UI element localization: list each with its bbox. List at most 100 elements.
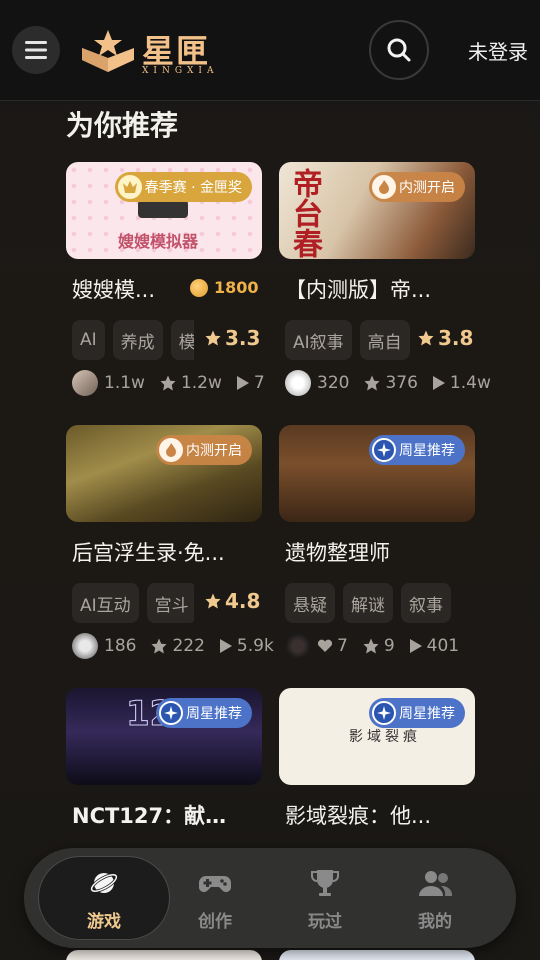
nav-label: 游戏 [87, 911, 121, 932]
next-card-peek [66, 950, 262, 960]
nav-item-create[interactable]: 创作 [160, 858, 270, 938]
game-thumbnail: 帝台春 内测开启 [279, 162, 475, 259]
sparkle-icon [159, 701, 183, 725]
nav-label: 创作 [198, 911, 232, 932]
plays-count: 5.9k [236, 636, 274, 656]
favorites-stat: 376 [363, 373, 418, 393]
badge-label: 春季赛 · 金匣奖 [144, 180, 242, 196]
favorites-count: 1.2w [180, 373, 222, 393]
game-title: 后宫浮生录·免... [72, 541, 225, 565]
app-logo[interactable]: 星匣 XINGXIA [78, 24, 218, 80]
login-link[interactable]: 未登录 [468, 36, 528, 65]
tag[interactable]: 模 [170, 320, 194, 360]
stats-row: 1.1w 1.2w 7 [72, 370, 294, 396]
tag-list: AI互动 宫斗 [72, 583, 194, 623]
star-outline-icon [160, 375, 176, 391]
game-thumbnail: 影域裂痕 周星推荐 [279, 688, 475, 785]
star-icon [205, 330, 221, 346]
rating: 4.8 [204, 589, 260, 613]
stats-row: 320 376 1.4w [285, 370, 507, 396]
status-badge: 周星推荐 [369, 698, 465, 728]
play-icon [219, 639, 232, 653]
tag[interactable]: 叙事 [401, 583, 451, 623]
likes-stat: 186 [104, 636, 136, 656]
favorites-count: 222 [172, 636, 205, 656]
bottom-nav: 游戏 创作 玩过 我的 [24, 848, 516, 948]
star-icon [205, 593, 221, 609]
gamepad-icon [197, 865, 233, 901]
section-title: 为你推荐 [66, 109, 179, 142]
top-bar: 星匣 XINGXIA 未登录 [0, 0, 540, 101]
price: 1800 [190, 278, 259, 297]
plays-count: 401 [426, 636, 460, 656]
status-badge: 内测开启 [156, 435, 252, 465]
nav-item-played[interactable]: 玩过 [270, 858, 380, 938]
badge-label: 内测开启 [186, 443, 242, 459]
crown-icon [117, 175, 142, 199]
nav-item-profile[interactable]: 我的 [380, 858, 490, 938]
game-thumbnail: 127 周星推荐 [66, 688, 262, 785]
favorites-stat: 9 [362, 636, 395, 656]
tag-list: 悬疑 解谜 叙事 [285, 583, 475, 623]
tag[interactable]: AI叙事 [285, 320, 352, 360]
planet-icon [86, 865, 122, 901]
tag[interactable]: 悬疑 [285, 583, 335, 623]
likes-count: 7 [337, 636, 348, 656]
badge-label: 内测开启 [399, 180, 455, 196]
flame-icon [372, 175, 396, 199]
menu-button[interactable] [12, 26, 60, 74]
tag[interactable]: 高自 [359, 320, 410, 360]
stats-row: 7 9 401 [285, 633, 507, 659]
rating: 3.3 [204, 326, 260, 350]
star-icon [418, 330, 434, 346]
plays-stat: 401 [409, 636, 459, 656]
game-title: 【内测版】帝... [285, 278, 432, 302]
price-value: 1800 [214, 278, 259, 297]
hamburger-icon [25, 41, 47, 59]
tag[interactable]: AI互动 [72, 583, 139, 623]
likes-stat: 320 [317, 373, 349, 393]
game-thumbnail: 嫂嫂模拟器 春季赛 · 金匣奖 [66, 162, 262, 259]
likes-count: 320 [317, 373, 350, 393]
star-outline-icon [364, 375, 380, 391]
plays-stat: 5.9k [219, 636, 274, 656]
stats-row: 186 222 5.9k [72, 633, 294, 659]
rating-value: 3.3 [225, 326, 261, 350]
thumbnail-figure [138, 200, 188, 218]
thumbnail-text: 嫂嫂模拟器 [118, 232, 199, 251]
plays-count: 7 [253, 373, 265, 393]
search-button[interactable] [369, 20, 429, 80]
game-title: 影域裂痕：他... [285, 804, 432, 828]
plays-stat: 1.4w [432, 373, 491, 393]
nav-item-games[interactable]: 游戏 [38, 856, 170, 940]
rating: 3.8 [417, 326, 473, 350]
badge-label: 周星推荐 [399, 706, 455, 722]
rating-value: 4.8 [225, 589, 261, 613]
tag[interactable]: 养成 [112, 320, 163, 360]
star-outline-icon [363, 638, 379, 654]
play-icon [409, 639, 422, 653]
rating-value: 3.8 [438, 326, 474, 350]
thumbnail-text: 帝台春 [287, 168, 322, 258]
badge-label: 周星推荐 [399, 443, 455, 459]
avatar [285, 370, 311, 396]
tag-list: AI叙事 高自 [285, 320, 413, 360]
tag[interactable]: AI [72, 320, 105, 360]
game-thumbnail: 周星推荐 [279, 425, 475, 522]
tag[interactable]: 宫斗 [146, 583, 194, 623]
coin-icon [190, 278, 208, 297]
award-badge: 春季赛 · 金匣奖 [114, 172, 252, 202]
likes-stat: 7 [317, 636, 348, 656]
tag[interactable]: 解谜 [343, 583, 393, 623]
plays-count: 1.4w [449, 373, 491, 393]
game-title: 遗物整理师 [285, 541, 390, 565]
next-card-peek [279, 950, 475, 960]
sparkle-icon [372, 438, 396, 462]
logo-subtitle: XINGXIA [142, 66, 219, 76]
status-badge: 内测开启 [369, 172, 465, 202]
flame-icon [159, 438, 183, 462]
play-icon [432, 376, 445, 390]
status-badge: 周星推荐 [369, 435, 465, 465]
nav-label: 玩过 [308, 911, 342, 932]
status-badge: 周星推荐 [156, 698, 252, 728]
